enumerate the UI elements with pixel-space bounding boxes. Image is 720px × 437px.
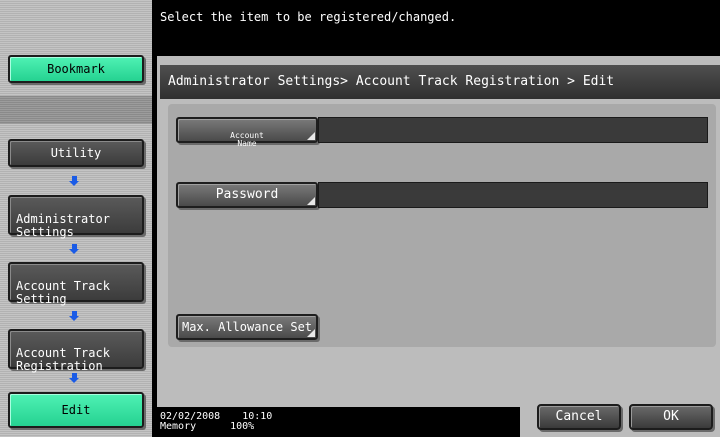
- max-allowance-set-label: Max. Allowance Set: [181, 320, 313, 334]
- sidebar-item-label: Administrator Settings: [16, 212, 110, 239]
- status-bar: 02/02/2008 10:10 Memory 100%: [160, 412, 272, 432]
- cancel-button[interactable]: Cancel: [537, 404, 621, 430]
- sidebar-item-label: Account Track Registration: [16, 346, 110, 373]
- sidebar-item-account-track-setting[interactable]: Account Track Setting: [8, 262, 144, 306]
- password-field[interactable]: [318, 182, 708, 208]
- sidebar-divider: [0, 96, 152, 124]
- sidebar-item-label: Edit: [61, 402, 91, 417]
- bookmark-button[interactable]: Bookmark: [8, 55, 144, 83]
- bookmark-label: Bookmark: [47, 61, 105, 76]
- corner-triangle-icon: [307, 197, 315, 205]
- sidebar-item-utility[interactable]: Utility: [8, 139, 144, 167]
- account-name-field[interactable]: [318, 117, 708, 143]
- breadcrumb: Administrator Settings> Account Track Re…: [160, 65, 720, 99]
- ok-button[interactable]: OK: [629, 404, 713, 430]
- memory-value: 100%: [230, 421, 255, 432]
- account-name-button[interactable]: Account Name: [176, 117, 318, 148]
- sidebar-item-label: Utility: [50, 145, 102, 160]
- sidebar-item-edit[interactable]: Edit: [8, 392, 144, 428]
- max-allowance-set-button[interactable]: Max. Allowance Set: [176, 314, 318, 340]
- password-button[interactable]: Password: [176, 182, 318, 208]
- sidebar-item-account-track-registration[interactable]: Account Track Registration: [8, 329, 144, 373]
- sidebar: Bookmark Utility Administrator Settings …: [0, 0, 152, 437]
- corner-triangle-icon: [307, 329, 315, 337]
- memory-label: Memory: [160, 421, 197, 432]
- instruction-message: Select the item to be registered/changed…: [160, 10, 457, 24]
- corner-triangle-icon: [307, 132, 315, 140]
- sidebar-item-label: Account Track Setting: [16, 279, 110, 306]
- sidebar-item-administrator-settings[interactable]: Administrator Settings: [8, 195, 144, 239]
- password-label: Password: [215, 187, 279, 202]
